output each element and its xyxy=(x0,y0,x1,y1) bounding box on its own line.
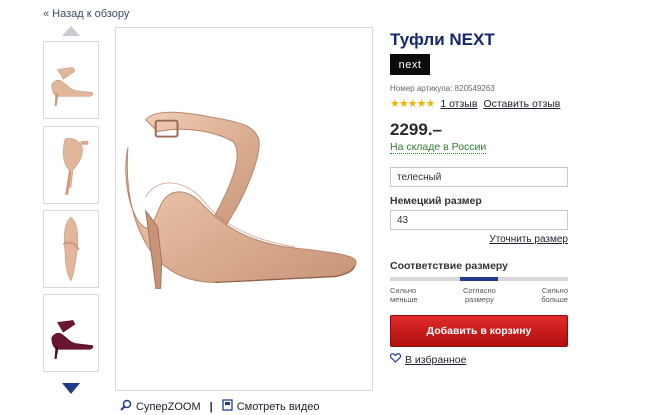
thumbnail-2[interactable] xyxy=(43,126,99,204)
thumbnail-1[interactable] xyxy=(43,41,99,119)
product-sku: Номер артикула: 820549263 xyxy=(390,84,495,93)
write-review-link[interactable]: Оставить отзыв xyxy=(483,98,560,110)
add-to-cart-button[interactable]: Добавить в корзину xyxy=(390,315,568,347)
toolbar-separator: | xyxy=(209,400,213,413)
back-to-overview-link[interactable]: « Назад к обзору xyxy=(43,8,129,20)
product-price: 2299.– xyxy=(390,120,442,139)
fit-scale-true: Согласно размеру xyxy=(463,286,496,304)
product-title: Туфли NEXT xyxy=(390,30,495,49)
rating-row: ★★★★★ 1 отзыв Оставить отзыв xyxy=(390,97,560,111)
fit-scale-larger: Сильно больше xyxy=(541,286,568,304)
size-fit-marker xyxy=(460,277,498,281)
add-to-wishlist-link[interactable]: В избранное xyxy=(389,353,466,366)
thumbnail-4[interactable] xyxy=(43,294,99,372)
video-icon xyxy=(222,399,233,414)
gallery-scroll-up-arrow-icon[interactable] xyxy=(62,26,80,36)
brand-logo[interactable]: next xyxy=(390,54,430,75)
clarify-size-link[interactable]: Уточнить размер xyxy=(489,234,568,245)
gallery-scroll-down-arrow-icon[interactable] xyxy=(62,383,80,394)
superzoom-link[interactable]: СуперZOOM xyxy=(136,401,201,413)
magnifier-icon xyxy=(120,399,132,414)
size-label: Немецкий размер xyxy=(390,195,482,207)
rating-stars-icon: ★★★★★ xyxy=(390,98,435,110)
heart-icon xyxy=(389,353,402,366)
size-fit-bar xyxy=(390,277,568,281)
fit-scale-smaller: Сильно меньше xyxy=(390,286,418,304)
size-select[interactable] xyxy=(390,210,568,230)
thumbnail-3[interactable] xyxy=(43,210,99,288)
size-fit-scale: Сильно меньше Согласно размеру Сильно больш… xyxy=(390,286,568,304)
watch-video-link[interactable]: Смотреть видео xyxy=(237,401,320,413)
color-select[interactable] xyxy=(390,167,568,187)
reviews-count-link[interactable]: 1 отзыв xyxy=(440,98,477,110)
main-product-image[interactable] xyxy=(115,27,373,391)
stock-status[interactable]: На складе в России xyxy=(390,141,487,154)
size-fit-label: Соответствие размеру xyxy=(390,260,509,272)
media-toolbar: СуперZOOM | Смотреть видео xyxy=(120,399,319,414)
